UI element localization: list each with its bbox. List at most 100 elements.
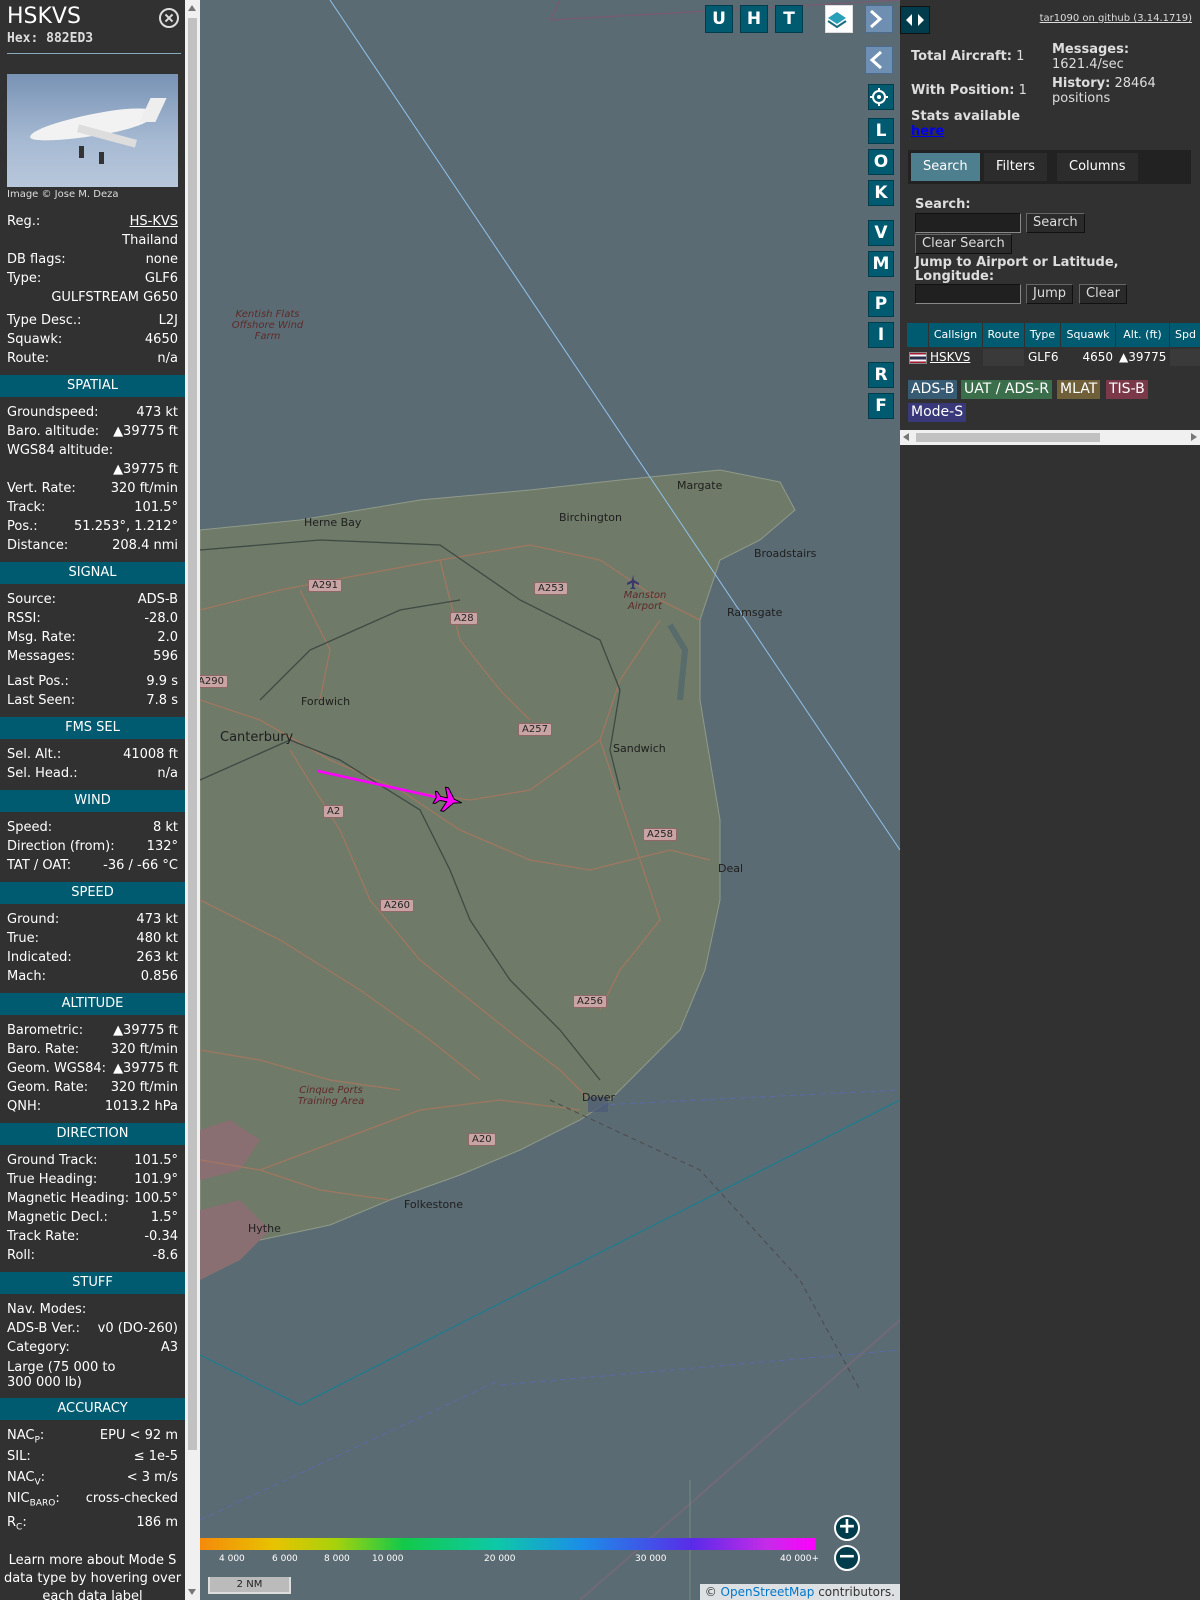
toggle-t-button[interactable]: T [775,5,803,33]
mag-decl-row: Magnetic Decl.: 1.5° [7,1210,178,1225]
stats-link[interactable]: here [911,124,944,139]
toggle-k-button[interactable]: K [868,180,894,206]
place-herne-bay: Herne Bay [304,516,362,529]
place-folkestone: Folkestone [404,1198,463,1211]
category-row: Category: A3 [7,1340,178,1355]
place-margate: Margate [677,479,723,492]
column-header-callsign[interactable]: Callsign [929,323,983,347]
collapse-sidebar-button[interactable] [865,46,893,74]
toggle-f-button[interactable]: F [868,393,894,419]
jump-input[interactable] [915,284,1021,304]
column-header-route[interactable]: Route [983,323,1025,347]
zoom-in-button[interactable]: + [834,1515,860,1541]
column-header-squawk[interactable]: Squawk [1061,323,1116,347]
sidebar-tabs: Search Filters Columns [908,150,1191,184]
column-header-type[interactable]: Type [1025,323,1061,347]
distance-row: Distance: 208.4 nmi [7,538,178,553]
place-ramsgate: Ramsgate [727,606,783,619]
table-row-squawk: 4650 [1082,350,1113,364]
info-panel-scrollbar[interactable] [185,0,200,1600]
altitude-color-legend [200,1538,816,1550]
expand-sidebar-button[interactable] [865,5,893,33]
toggle-p-button[interactable]: P [868,291,894,317]
section-accuracy[interactable]: ACCURACY [0,1398,185,1420]
toggle-r-button[interactable]: R [868,362,894,388]
section-spatial[interactable]: SPATIAL [0,375,185,397]
alt-tick-label: 20 000 [484,1554,516,1564]
road-a2: A2 [323,805,345,818]
geom-rate-row: Geom. Rate: 320 ft/min [7,1080,178,1095]
alt-tick-label: 8 000 [324,1554,350,1564]
image-credit: Image © Jose M. Deza [7,189,119,200]
section-altitude[interactable]: ALTITUDE [0,993,185,1015]
section-direction[interactable]: DIRECTION [0,1123,185,1145]
wind-speed-row: Speed: 8 kt [7,820,178,835]
search-button[interactable]: Search [1026,213,1085,233]
section-signal[interactable]: SIGNAL [0,562,185,584]
aircraft-table: Callsign Route Type Squawk Alt. (ft) Spd… [907,323,1200,367]
place-birchington: Birchington [559,511,622,524]
route-cell-bg [983,349,1024,366]
toggle-v-button[interactable]: V [868,220,894,246]
map-view[interactable]: Margate Birchington Herne Bay Broadstair… [200,0,900,1600]
selected-hex: Hex: 882ED3 [7,31,94,46]
place-deal: Deal [718,862,744,875]
toggle-h-button[interactable]: H [740,5,768,33]
toggle-u-button[interactable]: U [705,5,733,33]
table-row-callsign[interactable]: HSKVS [930,349,970,365]
section-stuff[interactable]: STUFF [0,1272,185,1294]
close-icon[interactable] [159,8,179,28]
sel-head-row: Sel. Head.: n/a [7,766,178,781]
aircraft-photo[interactable] [7,74,178,187]
column-header-speed[interactable]: Spd [1170,323,1200,347]
baro-rate-row: Baro. Rate: 320 ft/min [7,1042,178,1057]
place-broadstairs: Broadstairs [754,547,817,560]
toggle-o-button[interactable]: O [868,149,894,175]
table-horizontal-scrollbar[interactable] [900,430,1200,445]
true-heading-row: True Heading: 101.9° [7,1172,178,1187]
sil-row: SIL: ≤ 1e-5 [7,1449,178,1464]
reg-row: Reg.: HS-KVS [7,214,178,229]
sidebar-resize-toggle[interactable] [900,6,930,34]
zoom-out-button[interactable]: − [834,1545,860,1571]
route-row: Route: n/a [7,351,178,366]
column-header-altitude[interactable]: Alt. (ft) [1116,323,1170,347]
layers-button[interactable] [825,5,853,33]
osm-link[interactable]: OpenStreetMap [721,1585,815,1599]
rssi-row: RSSI: -28.0 [7,611,178,626]
alt-tick-label: 30 000 [635,1554,667,1564]
jump-button[interactable]: Jump [1026,284,1073,304]
wgs-alt-value-row: ▲39775 ft [113,462,178,477]
toggle-m-button[interactable]: M [868,251,894,277]
registration-link[interactable]: HS-KVS [130,214,178,229]
groundspeed-row: Groundspeed: 473 kt [7,405,178,420]
true-speed-row: True: 480 kt [7,931,178,946]
place-dover: Dover [582,1091,615,1104]
wgs-alt-label-row: WGS84 altitude: [7,443,114,458]
altitude-legend-labels: 4 000 6 000 8 000 10 000 20 000 30 000 4… [200,1554,820,1568]
settings-button[interactable] [868,84,894,110]
clear-search-button[interactable]: Clear Search [915,234,1012,254]
tab-search[interactable]: Search [911,153,980,181]
section-fms[interactable]: FMS SEL [0,717,185,739]
place-manston-airport: Manston Airport [623,590,667,612]
section-wind[interactable]: WIND [0,790,185,812]
table-row-altitude: ▲39775 [1119,350,1167,364]
toggle-l-button[interactable]: L [868,118,894,144]
tab-filters[interactable]: Filters [984,153,1047,181]
tab-columns[interactable]: Columns [1057,153,1138,181]
place-fordwich: Fordwich [301,695,351,708]
alt-tick-label: 6 000 [272,1554,298,1564]
search-input[interactable] [915,213,1021,233]
section-speed[interactable]: SPEED [0,882,185,904]
toggle-i-button[interactable]: I [868,322,894,348]
github-link[interactable]: tar1090 on github (3.14.1719) [1040,13,1192,24]
sidebar: tar1090 on github (3.14.1719) Total Airc… [900,0,1200,1600]
road-a256: A256 [573,995,607,1008]
dbflags-row: DB flags: none [7,252,178,267]
clear-jump-button[interactable]: Clear [1079,284,1127,304]
place-sandwich: Sandwich [613,742,666,755]
place-cinque-ports: Cinque Ports Training Area [297,1085,365,1107]
legend-tisb: TIS-B [1106,380,1148,399]
column-header-flag[interactable] [907,323,929,347]
